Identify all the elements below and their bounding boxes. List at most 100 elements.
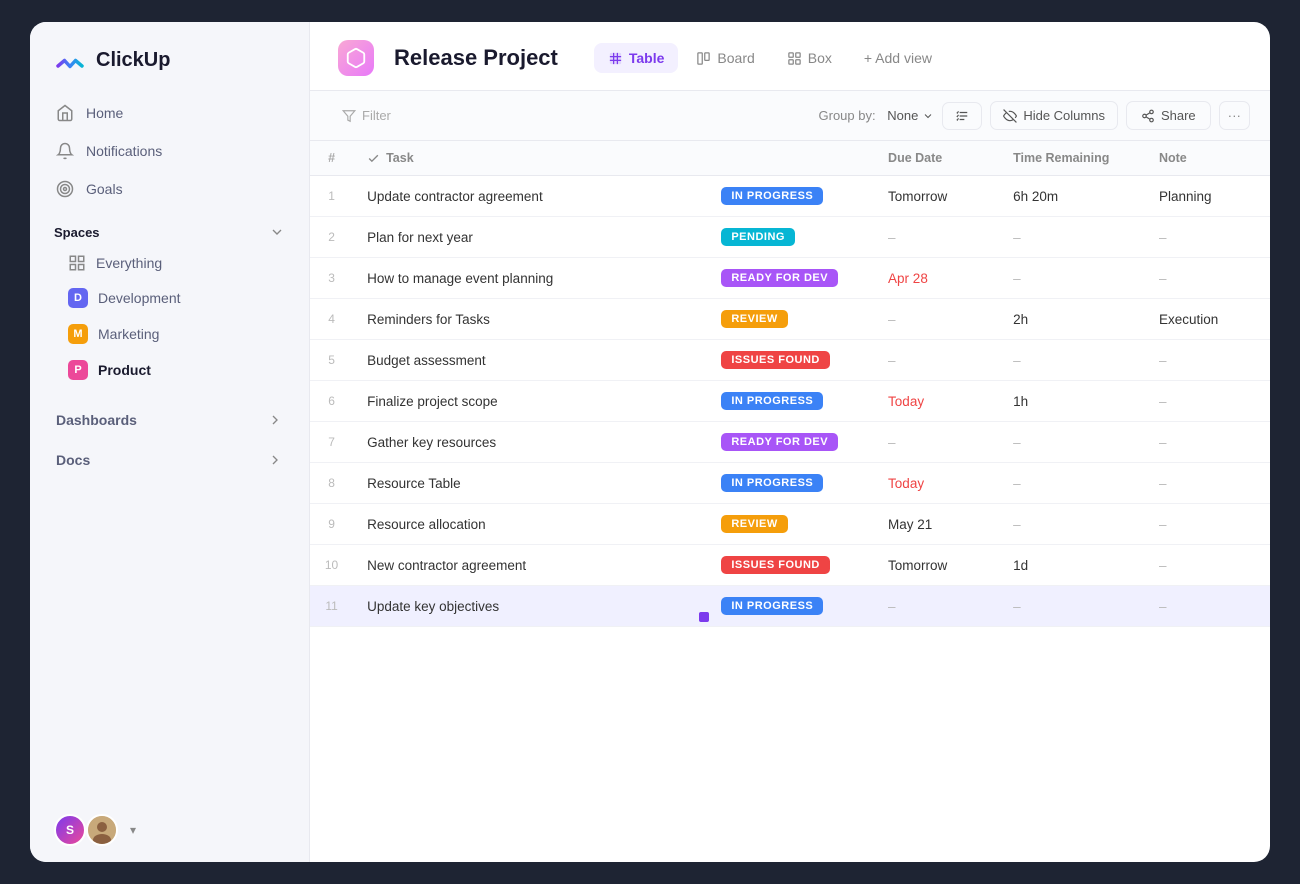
col-num: # <box>310 141 353 176</box>
box-tab-label: Box <box>808 50 832 66</box>
sidebar-item-everything[interactable]: Everything <box>54 246 285 280</box>
status-badge: ISSUES FOUND <box>721 556 830 574</box>
sidebar-item-goals[interactable]: Goals <box>42 170 297 208</box>
task-cell[interactable]: Budget assessment <box>353 340 707 381</box>
sidebar-item-marketing[interactable]: M Marketing <box>54 316 285 352</box>
status-cell[interactable]: ISSUES FOUND <box>707 545 874 586</box>
more-options-button[interactable]: ··· <box>1219 101 1250 130</box>
task-cell[interactable]: How to manage event planning <box>353 258 707 299</box>
note-cell: Execution <box>1145 299 1270 340</box>
status-cell[interactable]: IN PROGRESS <box>707 463 874 504</box>
resize-handle[interactable] <box>699 612 709 622</box>
status-cell[interactable]: ISSUES FOUND <box>707 340 874 381</box>
table-row[interactable]: 4 Reminders for Tasks REVIEW – 2h Execut… <box>310 299 1270 340</box>
task-cell[interactable]: Gather key resources <box>353 422 707 463</box>
due-date-cell: – <box>874 340 999 381</box>
table-body: 1 Update contractor agreement IN PROGRES… <box>310 176 1270 627</box>
time-remaining-value: 1h <box>1013 394 1028 409</box>
due-date-cell: – <box>874 299 999 340</box>
table-icon <box>608 51 623 66</box>
task-name: Budget assessment <box>367 353 486 368</box>
filter-icon <box>342 109 356 123</box>
status-cell[interactable]: READY FOR DEV <box>707 422 874 463</box>
task-cell[interactable]: Finalize project scope <box>353 381 707 422</box>
status-badge: ISSUES FOUND <box>721 351 830 369</box>
table-row[interactable]: 8 Resource Table IN PROGRESS Today – – <box>310 463 1270 504</box>
task-name: Gather key resources <box>367 435 496 450</box>
tab-board[interactable]: Board <box>682 43 768 73</box>
share-label: Share <box>1161 108 1196 123</box>
table-row[interactable]: 7 Gather key resources READY FOR DEV – –… <box>310 422 1270 463</box>
status-cell[interactable]: IN PROGRESS <box>707 176 874 217</box>
table-row[interactable]: 5 Budget assessment ISSUES FOUND – – – <box>310 340 1270 381</box>
task-cell[interactable]: Plan for next year <box>353 217 707 258</box>
due-date-cell: Today <box>874 463 999 504</box>
check-col-icon <box>367 152 380 165</box>
time-remaining-cell: – <box>999 463 1145 504</box>
task-cell[interactable]: Resource allocation <box>353 504 707 545</box>
marketing-label: Marketing <box>98 326 159 342</box>
add-view-button[interactable]: + Add view <box>850 43 946 73</box>
table-row[interactable]: 3 How to manage event planning READY FOR… <box>310 258 1270 299</box>
chevron-right-icon-2 <box>267 452 283 468</box>
task-cell[interactable]: Update key objectives <box>353 586 707 627</box>
sidebar-item-product[interactable]: P Product <box>54 352 285 388</box>
table-row[interactable]: 1 Update contractor agreement IN PROGRES… <box>310 176 1270 217</box>
tab-box[interactable]: Box <box>773 43 846 73</box>
row-num: 9 <box>310 504 353 545</box>
sidebar-nav: Home Notifications Goals <box>30 94 309 208</box>
hide-columns-button[interactable]: Hide Columns <box>990 101 1118 130</box>
note-cell: – <box>1145 340 1270 381</box>
row-num: 10 <box>310 545 353 586</box>
avatar-s: S <box>54 814 86 846</box>
task-name: Plan for next year <box>367 230 473 245</box>
table-row[interactable]: 9 Resource allocation REVIEW May 21 – – <box>310 504 1270 545</box>
groupby-value[interactable]: None <box>887 108 918 123</box>
sort-button[interactable] <box>942 102 982 130</box>
sidebar-footer: S ▾ <box>30 798 309 862</box>
filter-label: Filter <box>362 108 391 123</box>
footer-chevron[interactable]: ▾ <box>130 823 136 837</box>
status-cell[interactable]: REVIEW <box>707 504 874 545</box>
note-value: – <box>1159 558 1167 573</box>
table-row[interactable]: 11 Update key objectives IN PROGRESS – –… <box>310 586 1270 627</box>
time-remaining-cell: 6h 20m <box>999 176 1145 217</box>
home-icon <box>56 104 74 122</box>
table-row[interactable]: 6 Finalize project scope IN PROGRESS Tod… <box>310 381 1270 422</box>
share-button[interactable]: Share <box>1126 101 1211 130</box>
status-badge: REVIEW <box>721 310 787 328</box>
time-remaining-value: – <box>1013 230 1021 245</box>
due-date-cell: May 21 <box>874 504 999 545</box>
status-cell[interactable]: IN PROGRESS <box>707 586 874 627</box>
task-name: Resource allocation <box>367 517 486 532</box>
status-cell[interactable]: IN PROGRESS <box>707 381 874 422</box>
task-cell[interactable]: Reminders for Tasks <box>353 299 707 340</box>
due-date-value: Apr 28 <box>888 271 928 286</box>
sidebar-item-notifications[interactable]: Notifications <box>42 132 297 170</box>
task-name: Reminders for Tasks <box>367 312 490 327</box>
toolbar: Filter Group by: None <box>310 91 1270 141</box>
col-time: Time Remaining <box>999 141 1145 176</box>
sidebar-item-home[interactable]: Home <box>42 94 297 132</box>
status-cell[interactable]: REVIEW <box>707 299 874 340</box>
toolbar-right: Group by: None <box>819 101 1250 130</box>
status-badge: IN PROGRESS <box>721 392 823 410</box>
sidebar-item-dashboards[interactable]: Dashboards <box>42 400 297 440</box>
status-cell[interactable]: READY FOR DEV <box>707 258 874 299</box>
sidebar-item-docs[interactable]: Docs <box>42 440 297 480</box>
due-date-cell: Today <box>874 381 999 422</box>
task-cell[interactable]: New contractor agreement <box>353 545 707 586</box>
table-row[interactable]: 2 Plan for next year PENDING – – – <box>310 217 1270 258</box>
task-cell[interactable]: Update contractor agreement <box>353 176 707 217</box>
task-cell[interactable]: Resource Table <box>353 463 707 504</box>
filter-button[interactable]: Filter <box>330 102 403 129</box>
tab-table[interactable]: Table <box>594 43 679 73</box>
table-row[interactable]: 10 New contractor agreement ISSUES FOUND… <box>310 545 1270 586</box>
development-label: Development <box>98 290 181 306</box>
status-cell[interactable]: PENDING <box>707 217 874 258</box>
note-value: – <box>1159 394 1167 409</box>
due-date-value: – <box>888 230 896 245</box>
spaces-label: Spaces <box>54 225 100 240</box>
spaces-header[interactable]: Spaces <box>54 224 285 240</box>
sidebar-item-development[interactable]: D Development <box>54 280 285 316</box>
